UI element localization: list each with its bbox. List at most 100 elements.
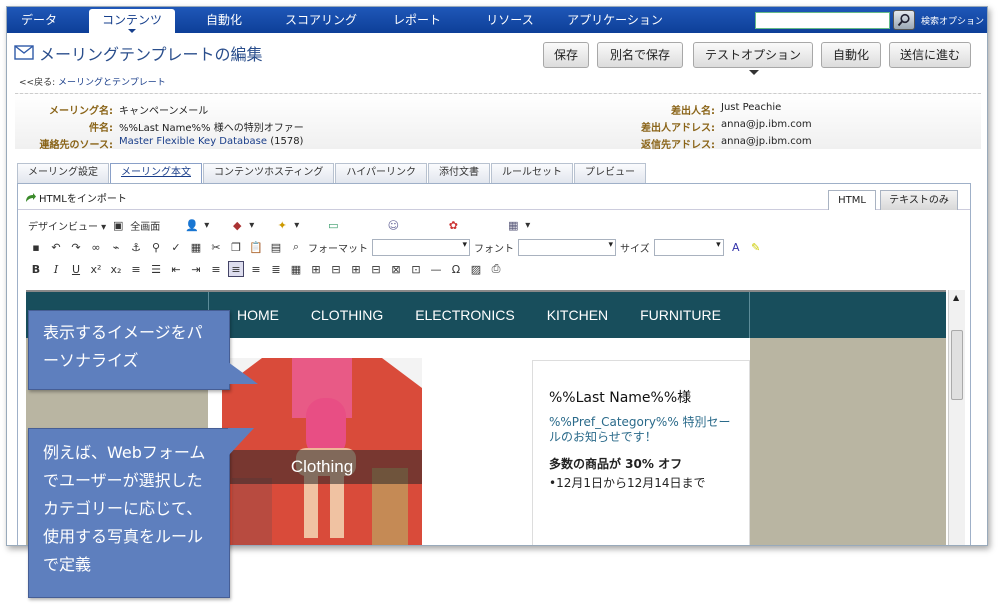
promo-category-text: %%Pref_Category%% 特別セールのお知らせです！ <box>549 415 731 444</box>
search-input[interactable] <box>755 12 890 29</box>
proceed-to-send-button[interactable]: 送信に進む <box>889 42 971 68</box>
tab-html-view[interactable]: HTML <box>828 190 876 210</box>
spellcheck-icon[interactable]: ✓ <box>168 239 184 255</box>
fullscreen-icon[interactable]: ▣ <box>110 217 126 233</box>
email-nav-clothing[interactable]: CLOTHING <box>311 307 383 323</box>
nav-tab-applications[interactable]: アプリケーション <box>555 7 675 33</box>
size-dropdown[interactable] <box>653 238 724 256</box>
font-label: フォント <box>474 243 514 255</box>
save-as-button[interactable]: 別名で保存 <box>597 42 683 68</box>
snippet-icon[interactable]: ◆ <box>229 217 245 233</box>
nav-tab-resources[interactable]: リソース <box>465 7 555 33</box>
social-icon[interactable]: ✿ <box>445 217 461 233</box>
highlight-icon[interactable]: ✎ <box>748 239 764 255</box>
subscript-icon[interactable]: x₂ <box>108 261 124 277</box>
delete-col-icon[interactable]: ⊟ <box>368 261 384 277</box>
preview-icon[interactable]: ⌕ <box>288 239 304 255</box>
merge-cells-icon[interactable]: ⊠ <box>388 261 404 277</box>
insert-row-icon[interactable]: ⊞ <box>308 261 324 277</box>
tab-hyperlinks[interactable]: ハイパーリンク <box>335 163 428 183</box>
email-nav-kitchen[interactable]: KITCHEN <box>547 307 608 323</box>
import-html-button[interactable]: HTMLをインポート <box>24 190 127 205</box>
image-icon[interactable]: ▭ <box>325 217 341 233</box>
fullscreen-label[interactable]: 全画面 <box>130 218 160 233</box>
dynamic-content-icon[interactable]: ✦ <box>274 217 290 233</box>
chevron-down-icon <box>749 70 759 80</box>
tab-text-only-view[interactable]: テキストのみ <box>880 190 958 210</box>
cut-icon[interactable]: ✂ <box>208 239 224 255</box>
italic-icon[interactable]: I <box>48 261 64 277</box>
font-dropdown[interactable] <box>518 238 616 256</box>
scroll-up-icon[interactable]: ▲ <box>953 293 959 302</box>
table-icon[interactable]: ▦ <box>188 239 204 255</box>
tab-mailing-body[interactable]: メーリング本文 <box>110 163 202 183</box>
justify-icon[interactable]: ≣ <box>268 261 284 277</box>
mailings-templates-link[interactable]: メーリングとテンプレート <box>58 78 166 88</box>
anchor-icon[interactable]: ⚓ <box>128 239 144 255</box>
subject-value: %%Last Name%% 様への特別オファー <box>119 123 304 134</box>
hr-icon[interactable]: — <box>428 261 444 277</box>
underline-icon[interactable]: U <box>68 261 84 277</box>
save-button[interactable]: 保存 <box>543 42 589 68</box>
table-props-icon[interactable]: ▦ <box>288 261 304 277</box>
search-options-link[interactable]: 検索オプション <box>921 14 984 27</box>
survey-icon[interactable]: ☺ <box>385 217 401 233</box>
breadcrumb: <<戻る: メーリングとテンプレート <box>19 75 166 88</box>
tab-rulesets[interactable]: ルールセット <box>491 163 574 183</box>
bullet-list-icon[interactable]: ☰ <box>148 261 164 277</box>
tab-mailing-settings[interactable]: メーリング設定 <box>17 163 109 183</box>
paste-text-icon[interactable]: ▤ <box>268 239 284 255</box>
promo-recipient-name: %%Last Name%%様 <box>549 390 692 406</box>
tab-attachments[interactable]: 添付文書 <box>428 163 491 183</box>
insert-image-icon[interactable]: ▨ <box>468 261 484 277</box>
find-icon[interactable]: ⚲ <box>148 239 164 255</box>
contact-source-value[interactable]: Master Flexible Key Database <box>119 136 267 147</box>
promo-block: %%Last Name%%様 %%Pref_Category%% 特別セールのお… <box>532 360 750 545</box>
from-address-value: anna@jp.ibm.com <box>721 119 812 130</box>
special-char-icon[interactable]: Ω <box>448 261 464 277</box>
email-nav-electronics[interactable]: ELECTRONICS <box>415 307 515 323</box>
email-nav-home[interactable]: HOME <box>237 307 279 323</box>
redo-icon[interactable]: ↷ <box>68 239 84 255</box>
paste-icon[interactable]: 📋 <box>248 239 264 255</box>
editor-scrollbar[interactable]: ▲ <box>948 290 965 545</box>
design-view-dropdown[interactable]: デザインビュー ▾ <box>28 218 106 233</box>
unlink-icon[interactable]: ⌁ <box>108 239 124 255</box>
font-color-icon[interactable]: A <box>728 239 744 255</box>
email-body: Clothing %%Last Name%%様 %%Pref_Category%… <box>208 338 750 545</box>
outdent-icon[interactable]: ⇤ <box>168 261 184 277</box>
nav-tab-report[interactable]: レポート <box>375 7 459 33</box>
indent-icon[interactable]: ⇥ <box>188 261 204 277</box>
automate-button[interactable]: 自動化 <box>821 42 881 68</box>
save-icon[interactable]: ▪ <box>28 239 44 255</box>
split-cells-icon[interactable]: ⊡ <box>408 261 424 277</box>
nav-tab-scoring[interactable]: スコアリング <box>271 7 371 33</box>
nav-tab-automation[interactable]: 自動化 <box>181 7 267 33</box>
personalize-icon[interactable]: 👤 <box>184 217 200 233</box>
align-left-icon[interactable]: ≡ <box>208 261 224 277</box>
search-button[interactable] <box>893 10 915 30</box>
align-right-icon[interactable]: ≡ <box>248 261 264 277</box>
template-icon[interactable]: ▦ <box>505 217 521 233</box>
format-dropdown[interactable] <box>372 238 470 256</box>
align-center-icon[interactable]: ≡ <box>228 261 244 277</box>
subject-label: 件名: <box>89 123 113 134</box>
print-icon[interactable]: ⎙ <box>488 261 504 277</box>
delete-row-icon[interactable]: ⊟ <box>328 261 344 277</box>
callout-pointer <box>228 428 254 456</box>
scroll-thumb[interactable] <box>951 330 963 400</box>
test-options-button[interactable]: テストオプション <box>693 42 813 68</box>
insert-col-icon[interactable]: ⊞ <box>348 261 364 277</box>
link-icon[interactable]: ∞ <box>88 239 104 255</box>
nav-tab-content[interactable]: コンテンツ <box>89 9 175 33</box>
ordered-list-icon[interactable]: ≡ <box>128 261 144 277</box>
undo-icon[interactable]: ↶ <box>48 239 64 255</box>
email-nav-furniture[interactable]: FURNITURE <box>640 307 721 323</box>
tab-preview[interactable]: プレビュー <box>574 163 647 183</box>
bold-icon[interactable]: B <box>28 261 44 277</box>
editor-subtabs: メーリング設定 メーリング本文 コンテンツホスティング ハイパーリンク 添付文書… <box>17 163 647 183</box>
superscript-icon[interactable]: x² <box>88 261 104 277</box>
nav-tab-data[interactable]: データ <box>7 7 71 33</box>
tab-content-hosting[interactable]: コンテンツホスティング <box>203 163 335 183</box>
copy-icon[interactable]: ❐ <box>228 239 244 255</box>
